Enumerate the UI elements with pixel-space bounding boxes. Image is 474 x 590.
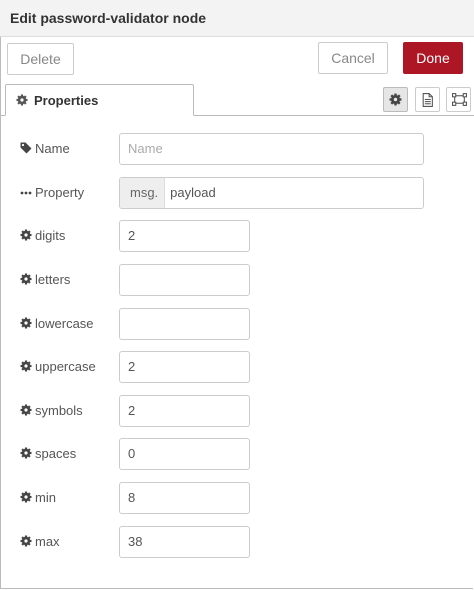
name-placeholder: Name xyxy=(128,141,163,156)
uppercase-label: uppercase xyxy=(20,359,96,374)
min-input[interactable]: 8 xyxy=(119,482,250,514)
property-value[interactable]: payload xyxy=(165,178,216,208)
form-row-digits: digits 2 xyxy=(0,220,474,252)
gear-icon xyxy=(20,447,32,459)
document-icon xyxy=(422,93,433,107)
uppercase-input[interactable]: 2 xyxy=(119,351,250,383)
done-button[interactable]: Done xyxy=(403,42,463,74)
gear-icon xyxy=(20,273,32,285)
gear-icon xyxy=(16,94,28,106)
form-row-property: Property msg. payload xyxy=(0,177,474,209)
min-label: min xyxy=(20,490,56,505)
node-properties-button[interactable] xyxy=(383,87,408,112)
msg-type-selector[interactable]: msg. xyxy=(120,178,166,208)
lowercase-input[interactable] xyxy=(119,308,250,340)
max-input[interactable]: 38 xyxy=(119,526,250,558)
letters-label: letters xyxy=(20,272,70,287)
gear-icon xyxy=(20,229,32,241)
frame-icon xyxy=(452,93,467,106)
spaces-label: spaces xyxy=(20,446,76,461)
form-row-min: min 8 xyxy=(0,482,474,514)
form-row-letters: letters xyxy=(0,264,474,296)
form-row-lowercase: lowercase xyxy=(0,308,474,340)
form-row-max: max 38 xyxy=(0,526,474,558)
tab-label: Properties xyxy=(34,93,99,108)
digits-label: digits xyxy=(20,228,65,243)
form-row-uppercase: uppercase 2 xyxy=(0,351,474,383)
form-row-symbols: symbols 2 xyxy=(0,395,474,427)
gear-icon xyxy=(20,404,32,416)
property-typed-input[interactable]: msg. payload xyxy=(119,177,424,209)
gear-icon xyxy=(20,360,32,372)
max-label: max xyxy=(20,534,60,549)
tray-header: Edit password-validator node xyxy=(0,0,474,37)
lowercase-label: lowercase xyxy=(20,316,94,331)
node-appearance-button[interactable] xyxy=(446,87,471,112)
tag-icon xyxy=(20,142,32,154)
gear-icon xyxy=(20,535,32,547)
delete-button[interactable]: Delete xyxy=(7,43,74,75)
ellipsis-icon xyxy=(20,191,32,195)
digits-input[interactable]: 2 xyxy=(119,220,250,252)
gear-icon xyxy=(389,93,402,106)
property-label: Property xyxy=(20,185,84,200)
form-row-name: Name Name xyxy=(0,133,474,165)
symbols-input[interactable]: 2 xyxy=(119,395,250,427)
name-input[interactable]: Name xyxy=(119,133,424,165)
symbols-label: symbols xyxy=(20,403,83,418)
node-description-button[interactable] xyxy=(415,87,440,112)
gear-icon xyxy=(20,317,32,329)
tab-properties[interactable]: Properties xyxy=(5,84,194,116)
cancel-button[interactable]: Cancel xyxy=(318,42,388,74)
form-row-spaces: spaces 0 xyxy=(0,438,474,470)
letters-input[interactable] xyxy=(119,264,250,296)
tray-title: Edit password-validator node xyxy=(10,10,207,26)
gear-icon xyxy=(20,491,32,503)
spaces-input[interactable]: 0 xyxy=(119,438,250,470)
name-label: Name xyxy=(20,141,70,156)
